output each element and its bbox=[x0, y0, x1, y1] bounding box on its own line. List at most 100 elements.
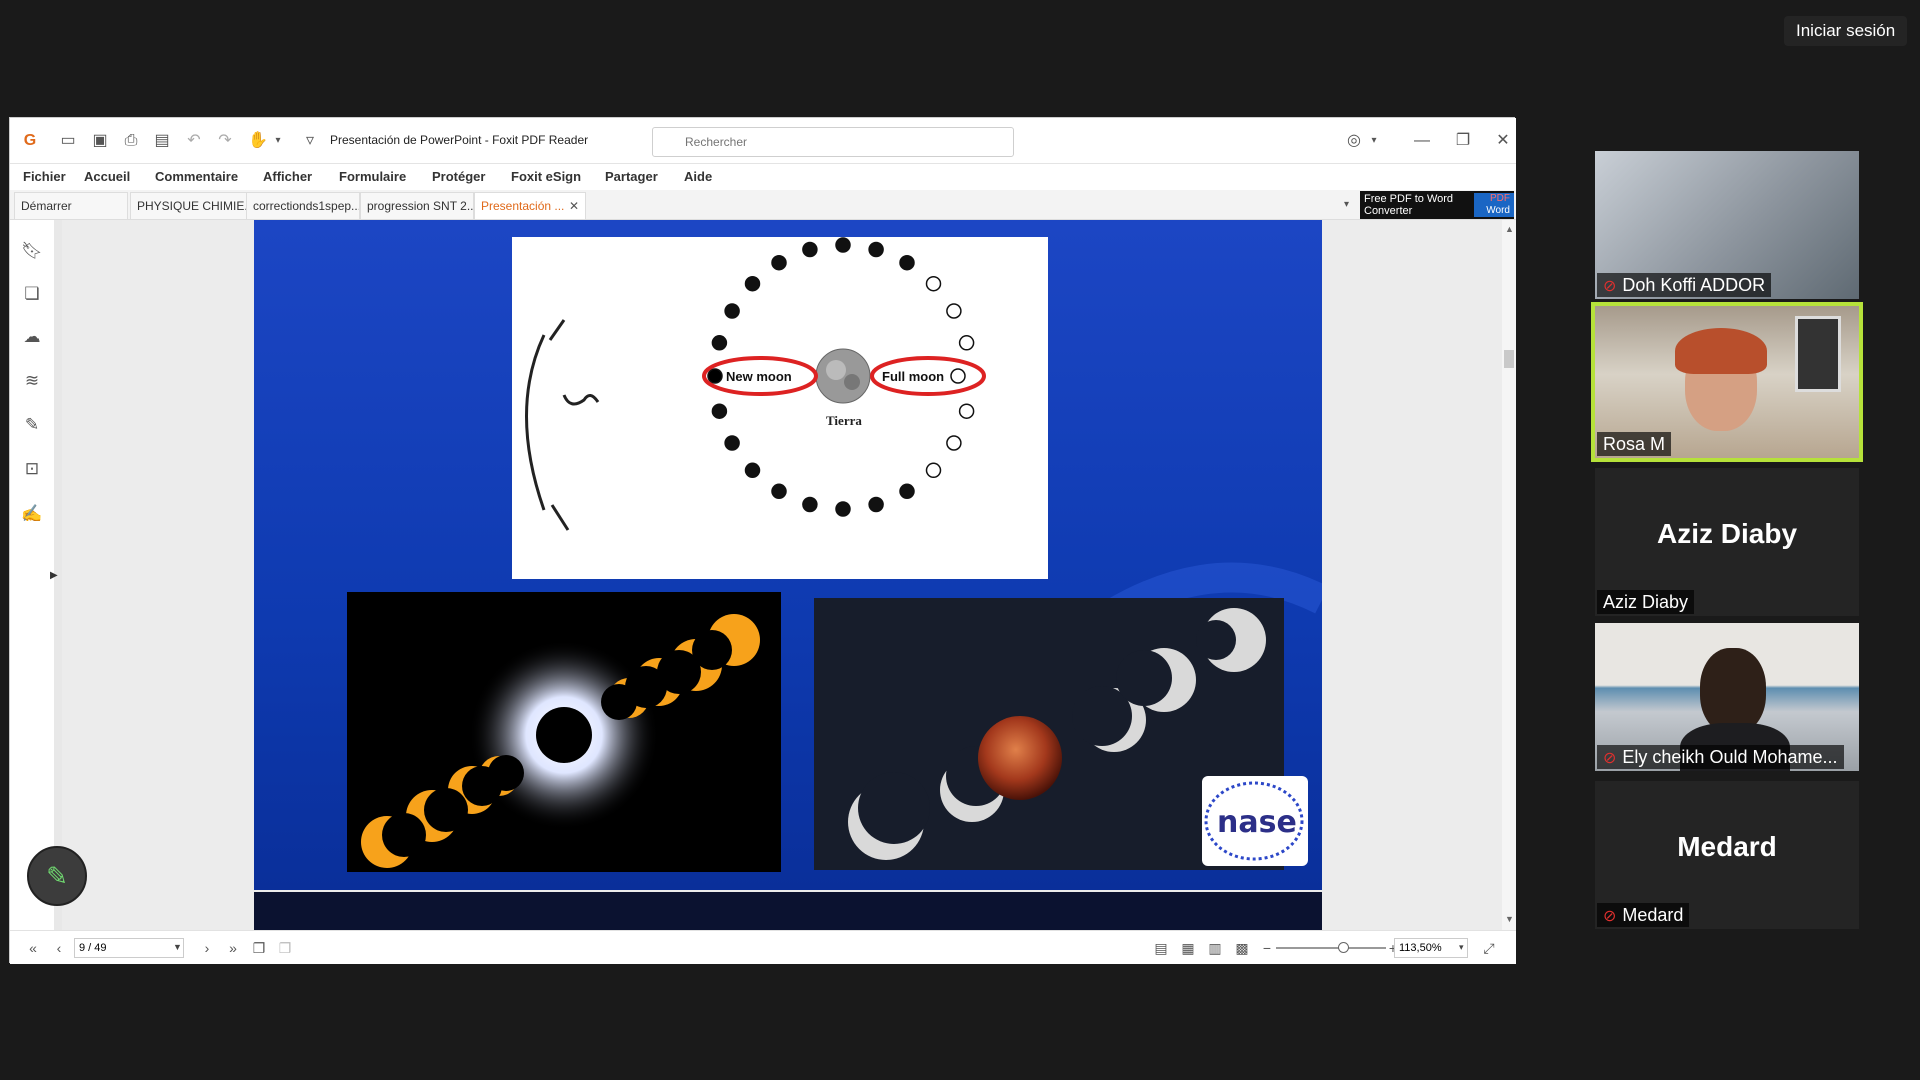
sign-in-button[interactable]: Iniciar sesión bbox=[1784, 16, 1908, 46]
previous-page-icon[interactable]: ‹ bbox=[50, 939, 68, 957]
attachment-icon[interactable]: ✎ bbox=[21, 414, 43, 436]
moon-phase-dot bbox=[802, 241, 818, 258]
menu-accueil[interactable]: Accueil bbox=[84, 169, 130, 184]
moon-phase-dot bbox=[771, 483, 787, 500]
tab-correctionds[interactable]: correctionds1spep... bbox=[246, 192, 360, 219]
tab-list-chevron-icon[interactable]: ▾ bbox=[1344, 199, 1349, 210]
moon-phase-dot bbox=[899, 483, 915, 500]
menu-aide[interactable]: Aide bbox=[684, 169, 712, 184]
participant-name-bar: ⊘ Medard bbox=[1597, 903, 1690, 927]
participant-face bbox=[1700, 648, 1766, 734]
next-page-icon[interactable]: › bbox=[198, 939, 216, 957]
account-icon[interactable]: ◎ bbox=[1344, 131, 1364, 151]
menu-partager[interactable]: Partager bbox=[605, 169, 658, 184]
promo-banner[interactable]: Free PDF to Word Converter PDF Word bbox=[1360, 191, 1514, 219]
moon-phase-dot bbox=[868, 496, 884, 513]
tab-close-icon[interactable]: ✕ bbox=[569, 193, 579, 219]
moon-phase-dot bbox=[724, 435, 740, 451]
moon-phase-dot bbox=[744, 462, 761, 479]
signature-icon[interactable]: ✍ bbox=[21, 503, 43, 525]
customize-toolbar-icon[interactable]: ▿ bbox=[300, 131, 320, 151]
participant-name-bar: ⊘ Ely cheikh Ould Mohame... bbox=[1597, 745, 1844, 769]
continuous-facing-view-icon[interactable]: ▩ bbox=[1233, 939, 1251, 957]
participant-name: Medard bbox=[1622, 905, 1684, 925]
single-page-view-icon[interactable]: ▤ bbox=[1152, 939, 1170, 957]
participant-tile-active-speaker[interactable]: Rosa M bbox=[1591, 302, 1863, 462]
scroll-up-icon[interactable]: ▲ bbox=[1505, 224, 1514, 234]
moon-phase-dot bbox=[946, 303, 962, 319]
close-icon[interactable]: ✕ bbox=[1493, 131, 1513, 151]
extract-pages-icon[interactable]: ❐ bbox=[250, 939, 268, 957]
hand-tool-icon[interactable]: ✋ bbox=[248, 131, 268, 151]
page-number-input[interactable] bbox=[74, 938, 184, 958]
document-icon[interactable]: ▤ bbox=[152, 131, 172, 151]
bookmark-icon[interactable]: 🔖︎ bbox=[21, 240, 43, 262]
facing-view-icon[interactable]: ▥ bbox=[1206, 939, 1224, 957]
annotate-pen-button[interactable]: ✎ bbox=[27, 846, 87, 906]
continuous-view-icon[interactable]: ▦ bbox=[1179, 939, 1197, 957]
zoom-level-input[interactable] bbox=[1394, 938, 1468, 958]
tab-progression-snt[interactable]: progression SNT 2... bbox=[360, 192, 474, 219]
menu-foxit-esign[interactable]: Foxit eSign bbox=[511, 169, 581, 184]
participant-name: Rosa M bbox=[1603, 434, 1666, 454]
last-page-icon[interactable]: » bbox=[224, 939, 242, 957]
open-folder-icon[interactable]: ▭ bbox=[58, 131, 78, 151]
participant-name-bar: ⊘ Doh Koffi ADDOR bbox=[1597, 273, 1772, 297]
print-icon[interactable]: ⎙ bbox=[121, 131, 141, 151]
menu-fichier[interactable]: Fichier bbox=[23, 169, 66, 184]
moon-phase-dot bbox=[925, 462, 942, 479]
moon-phase-dot bbox=[835, 237, 851, 253]
promo-badge-word: Word bbox=[1486, 205, 1510, 216]
moon-phase-dot bbox=[711, 403, 728, 419]
participant-tile[interactable]: ⊘ Ely cheikh Ould Mohame... bbox=[1595, 623, 1859, 771]
chevron-down-icon[interactable]: ▾ bbox=[268, 131, 288, 151]
comments-icon[interactable]: ☁ bbox=[21, 326, 43, 348]
tab-label: Démarrer bbox=[21, 199, 72, 213]
undo-icon[interactable]: ↶ bbox=[184, 131, 204, 151]
menu-afficher[interactable]: Afficher bbox=[263, 169, 312, 184]
pages-icon[interactable]: ❏ bbox=[21, 283, 43, 305]
participant-name: Doh Koffi ADDOR bbox=[1622, 275, 1766, 295]
insert-pages-icon[interactable]: ❐ bbox=[276, 939, 294, 957]
menu-commentaire[interactable]: Commentaire bbox=[155, 169, 238, 184]
moon-phase-dot bbox=[835, 501, 851, 517]
redo-icon[interactable]: ↷ bbox=[215, 131, 235, 151]
promo-badge-pdf: PDF bbox=[1490, 193, 1510, 204]
save-icon[interactable]: ▣ bbox=[90, 131, 110, 151]
fullscreen-icon[interactable]: ⤢ bbox=[1480, 939, 1498, 957]
tab-physique-chimie[interactable]: PHYSIQUE CHIMIE... bbox=[130, 192, 248, 219]
lock-icon[interactable]: ⊡ bbox=[21, 458, 43, 480]
document-canvas[interactable]: New moon Full moon Tierra nase bbox=[62, 220, 1502, 930]
first-page-icon[interactable]: « bbox=[24, 939, 42, 957]
tab-presentacion[interactable]: Presentación ... ✕ bbox=[474, 192, 586, 219]
participant-tile[interactable]: Medard ⊘ Medard bbox=[1595, 781, 1859, 929]
slide-graphics: New moon Full moon Tierra nase bbox=[347, 237, 1322, 872]
tab-demarrer[interactable]: Démarrer bbox=[14, 192, 128, 219]
participant-tile[interactable]: ⊘ Doh Koffi ADDOR bbox=[1595, 151, 1859, 299]
vertical-scrollbar[interactable]: ▲ ▼ bbox=[1502, 220, 1516, 930]
minimize-icon[interactable]: — bbox=[1412, 131, 1432, 151]
participant-tile[interactable]: Aziz Diaby Aziz Diaby bbox=[1595, 468, 1859, 616]
moon-phase-dot bbox=[958, 335, 975, 351]
zoom-slider-handle[interactable] bbox=[1338, 942, 1349, 953]
zoom-out-icon[interactable]: − bbox=[1258, 939, 1276, 957]
layers-icon[interactable]: ≋ bbox=[21, 370, 43, 392]
promo-badge: PDF Word bbox=[1474, 193, 1514, 217]
search-input[interactable] bbox=[652, 127, 1014, 157]
restore-icon[interactable]: ❐ bbox=[1453, 131, 1473, 151]
moon-phase-dot bbox=[771, 254, 787, 271]
zoom-slider[interactable] bbox=[1276, 942, 1386, 953]
menu-bar: Fichier Accueil Commentaire Afficher For… bbox=[10, 164, 1516, 190]
menu-formulaire[interactable]: Formulaire bbox=[339, 169, 406, 184]
zoom-dropdown-icon[interactable]: ▾ bbox=[1459, 942, 1464, 953]
moon-phase-dot bbox=[925, 275, 942, 292]
page-dropdown-icon[interactable]: ▼ bbox=[173, 942, 182, 952]
expand-panel-icon[interactable]: ▶ bbox=[50, 570, 58, 581]
moon-phase-dot bbox=[868, 241, 884, 258]
foxit-logo-icon[interactable]: G bbox=[20, 131, 40, 151]
scrollbar-thumb[interactable] bbox=[1504, 350, 1514, 368]
menu-proteger[interactable]: Protéger bbox=[432, 169, 485, 184]
account-chevron-icon[interactable]: ▾ bbox=[1364, 131, 1384, 151]
moon-phase-dot bbox=[950, 368, 966, 384]
scroll-down-icon[interactable]: ▼ bbox=[1505, 914, 1514, 924]
